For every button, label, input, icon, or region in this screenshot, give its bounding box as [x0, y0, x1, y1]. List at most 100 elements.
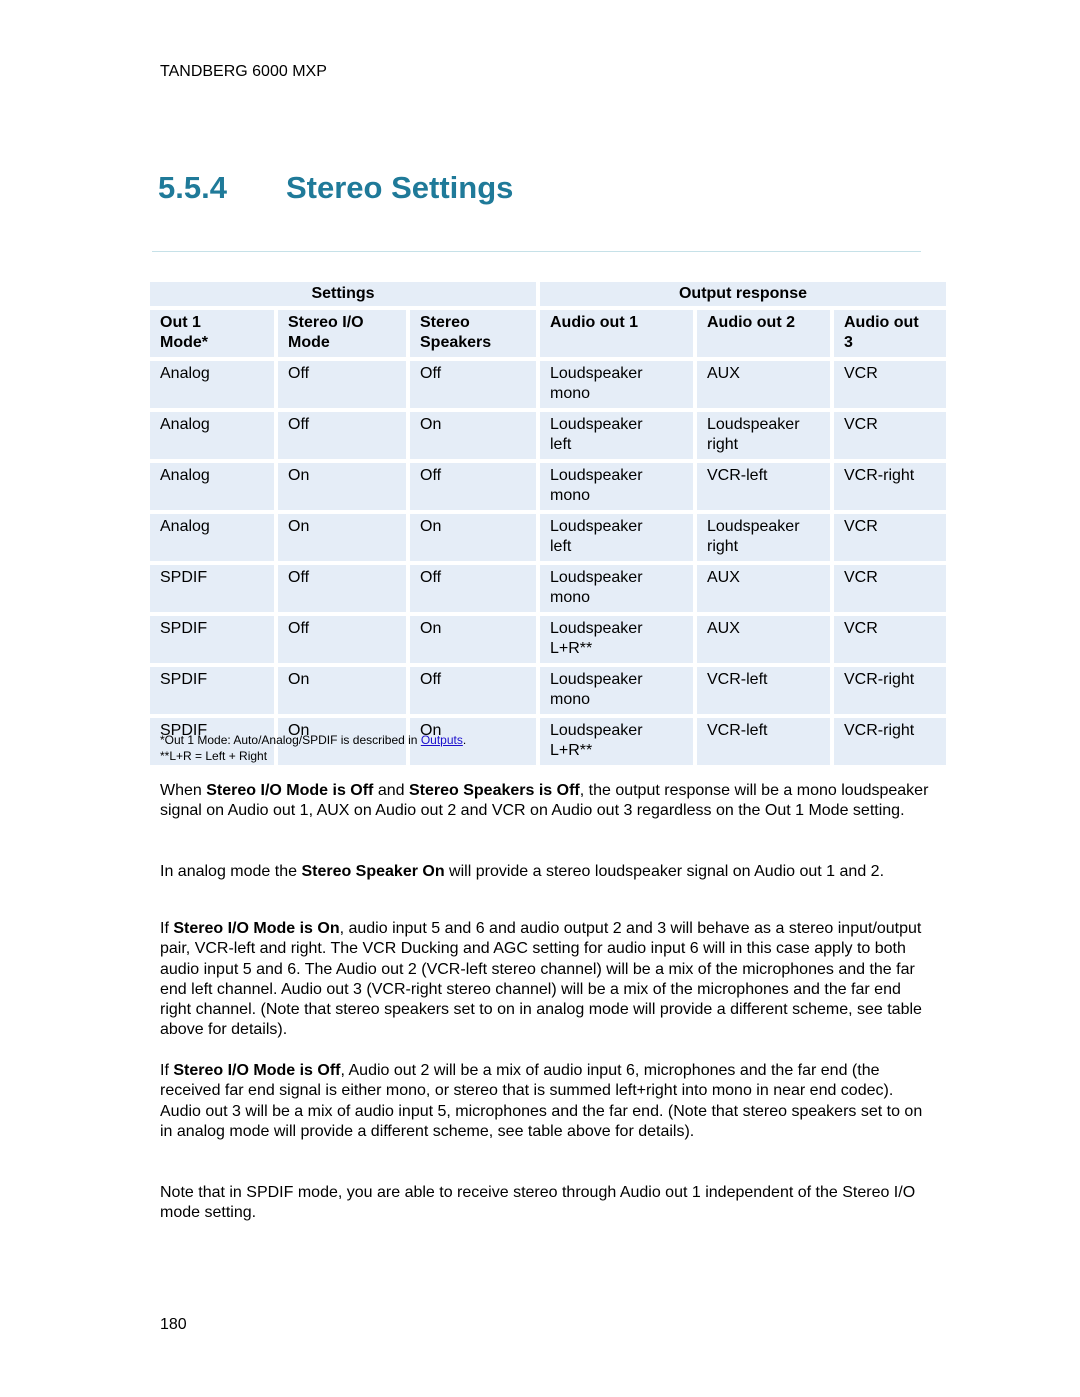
outputs-link[interactable]: Outputs — [421, 733, 463, 747]
cell-line: right — [707, 538, 739, 555]
section-title: 5.5.4 Stereo Settings — [158, 170, 513, 206]
cell-stereo-speakers: Off — [410, 463, 536, 510]
cell-stereo-io-mode: Off — [278, 565, 406, 612]
emphasis: Stereo I/O Mode is Off — [206, 782, 374, 799]
cell-line: AUX — [707, 569, 740, 586]
cell-line: Loudspeaker — [550, 722, 643, 739]
cell-audio-out-3: VCR — [834, 361, 946, 408]
cell-audio-out-2: Loudspeaker right — [697, 412, 830, 459]
header-line: Audio out — [844, 314, 919, 331]
cell-out1-mode: SPDIF — [150, 565, 274, 612]
paragraph-stereo-io-off: If Stereo I/O Mode is Off, Audio out 2 w… — [160, 1061, 930, 1142]
cell-stereo-io-mode: Off — [278, 616, 406, 663]
cell-line: Loudspeaker — [550, 671, 643, 688]
cell-stereo-speakers: Off — [410, 667, 536, 714]
cell-line: Loudspeaker — [550, 467, 643, 484]
cell-audio-out-1: Loudspeaker left — [540, 412, 693, 459]
footnote-text: *Out 1 Mode: Auto/Analog/SPDIF is descri… — [160, 733, 421, 747]
column-header-stereo-io-mode: Stereo I/O Mode — [278, 310, 406, 357]
page-number: 180 — [160, 1316, 187, 1333]
header-line: Audio out 2 — [707, 314, 795, 331]
cell-line: Loudspeaker — [550, 365, 643, 382]
cell-stereo-io-mode: On — [278, 514, 406, 561]
footnote-out1-mode: *Out 1 Mode: Auto/Analog/SPDIF is descri… — [160, 732, 466, 748]
cell-out1-mode: Analog — [150, 361, 274, 408]
header-line: Audio out 1 — [550, 314, 638, 331]
text: In analog mode the — [160, 863, 302, 880]
section-number: 5.5.4 — [158, 170, 227, 205]
text: If — [160, 1062, 174, 1079]
cell-line: Loudspeaker — [550, 620, 643, 637]
cell-line: mono — [550, 487, 591, 504]
footnote-lr: **L+R = Left + Right — [160, 749, 268, 763]
cell-audio-out-3: VCR-right — [834, 463, 946, 510]
column-header-audio-out-1: Audio out 1 — [540, 310, 693, 357]
cell-audio-out-3: VCR — [834, 514, 946, 561]
cell-audio-out-2: AUX — [697, 616, 830, 663]
table-row: Analog Off On Loudspeaker left Loudspeaker rig… — [150, 412, 946, 459]
cell-stereo-speakers: On — [410, 514, 536, 561]
text: , audio input 5 and 6 and audio output 2… — [160, 920, 922, 1039]
cell-stereo-speakers: On — [410, 412, 536, 459]
cell-audio-out-3: VCR-right — [834, 718, 946, 765]
cell-stereo-io-mode: On — [278, 667, 406, 714]
heading-rule — [152, 251, 921, 252]
cell-audio-out-2: VCR-left — [697, 718, 830, 765]
cell-audio-out-1: Loudspeaker L+R** — [540, 616, 693, 663]
cell-line: AUX — [707, 365, 740, 382]
paragraph-stereo-off: When Stereo I/O Mode is Off and Stereo S… — [160, 781, 930, 822]
cell-line: left — [550, 436, 572, 453]
cell-line: mono — [550, 691, 591, 708]
column-header-audio-out-3: Audio out 3 — [834, 310, 946, 357]
text: When — [160, 782, 207, 799]
cell-stereo-io-mode: Off — [278, 361, 406, 408]
cell-audio-out-2: AUX — [697, 361, 830, 408]
header-line: Stereo I/O — [288, 314, 364, 331]
cell-line: VCR-left — [707, 467, 768, 484]
footnote-text: . — [462, 733, 467, 747]
cell-stereo-io-mode: Off — [278, 412, 406, 459]
cell-line: AUX — [707, 620, 740, 637]
table-row: SPDIF Off Off Loudspeaker mono AUX VCR — [150, 565, 946, 612]
cell-audio-out-2: AUX — [697, 565, 830, 612]
cell-line: VCR-left — [707, 722, 768, 739]
cell-line: Loudspeaker — [707, 416, 800, 433]
header-line: Mode* — [160, 334, 208, 351]
running-header: TANDBERG 6000 MXP — [160, 63, 327, 80]
table-row: Analog On Off Loudspeaker mono VCR-left VCR-ri… — [150, 463, 946, 510]
cell-line: L+R** — [550, 640, 593, 657]
cell-line: VCR-left — [707, 671, 768, 688]
column-header-audio-out-2: Audio out 2 — [697, 310, 830, 357]
paragraph-stereo-io-on: If Stereo I/O Mode is On, audio input 5 … — [160, 919, 930, 1041]
cell-audio-out-1: Loudspeaker mono — [540, 361, 693, 408]
paragraph-analog-mode: In analog mode the Stereo Speaker On wil… — [160, 862, 930, 882]
group-header-output-response: Output response — [540, 282, 946, 306]
cell-audio-out-2: VCR-left — [697, 667, 830, 714]
text: If — [160, 920, 174, 937]
cell-line: mono — [550, 385, 591, 402]
stereo-settings-table: Settings Output response Out 1 Mode* Ster… — [146, 278, 950, 769]
table-column-header-row: Out 1 Mode* Stereo I/O Mode Stereo Speakers… — [150, 310, 946, 357]
emphasis: Stereo Speakers is Off — [408, 782, 580, 799]
cell-audio-out-3: VCR-right — [834, 667, 946, 714]
cell-line: Loudspeaker — [707, 518, 800, 535]
cell-audio-out-1: Loudspeaker left — [540, 514, 693, 561]
cell-stereo-speakers: Off — [410, 565, 536, 612]
cell-out1-mode: Analog — [150, 514, 274, 561]
cell-audio-out-1: Loudspeaker mono — [540, 565, 693, 612]
cell-line: L+R** — [550, 742, 593, 759]
section-title-text: Stereo Settings — [286, 170, 514, 205]
cell-line: Loudspeaker — [550, 569, 643, 586]
emphasis: Stereo Speaker On — [301, 863, 445, 880]
cell-line: Loudspeaker — [550, 416, 643, 433]
table-footnotes: *Out 1 Mode: Auto/Analog/SPDIF is descri… — [160, 732, 466, 764]
cell-line: right — [707, 436, 739, 453]
cell-audio-out-2: VCR-left — [697, 463, 830, 510]
header-line: Mode — [288, 334, 330, 351]
cell-audio-out-1: Loudspeaker mono — [540, 463, 693, 510]
cell-audio-out-1: Loudspeaker mono — [540, 667, 693, 714]
column-header-out1-mode: Out 1 Mode* — [150, 310, 274, 357]
cell-out1-mode: Analog — [150, 463, 274, 510]
text: will provide a stereo loudspeaker signal… — [444, 863, 885, 880]
table-row: Analog Off Off Loudspeaker mono AUX VCR — [150, 361, 946, 408]
